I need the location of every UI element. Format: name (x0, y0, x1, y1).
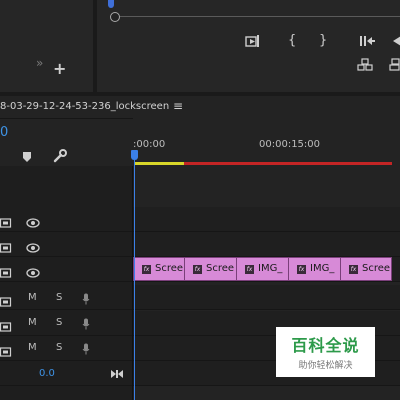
mute-track-button[interactable]: M (28, 317, 37, 328)
toggle-sync-lock-icon[interactable] (0, 213, 12, 232)
work-area-unrendered-bar (184, 162, 392, 165)
mute-track-button[interactable]: M (28, 342, 37, 353)
monitor-scrub-bar[interactable] (110, 16, 400, 17)
timeline-clip[interactable]: fx Scree (184, 257, 237, 281)
add-marker-icon[interactable] (22, 151, 32, 163)
fx-badge-icon: fx (142, 265, 151, 274)
extract-icon[interactable] (389, 58, 400, 72)
ruler-label-start: :00:00 (133, 139, 166, 150)
export-frame-icon[interactable] (245, 34, 261, 48)
go-to-in-icon[interactable] (359, 34, 375, 48)
timeline-clip[interactable]: fx Scree (340, 257, 392, 281)
playhead-line[interactable] (134, 150, 135, 400)
toggle-track-output-eye-icon[interactable] (26, 213, 40, 232)
timeline-clip[interactable]: fx Scree (133, 257, 185, 281)
track-row-v2 (0, 232, 400, 257)
toggle-sync-lock-icon[interactable] (0, 238, 12, 257)
fx-badge-icon: fx (349, 265, 358, 274)
playhead-timecode[interactable]: 0 (0, 125, 8, 140)
track-row-v3 (0, 207, 400, 232)
timeline-clip[interactable]: fx IMG_ (288, 257, 341, 281)
toggle-sync-lock-icon[interactable] (0, 263, 12, 282)
mark-out-button[interactable]: } (319, 34, 327, 48)
solo-track-button[interactable]: S (56, 292, 62, 303)
watermark-title: 百科全说 (291, 336, 360, 355)
voice-over-record-mic-icon[interactable] (82, 315, 90, 334)
lift-icon[interactable] (357, 58, 375, 72)
fx-badge-icon: fx (193, 265, 202, 274)
playhead-handle[interactable] (131, 150, 138, 160)
toggle-track-output-eye-icon[interactable] (26, 238, 40, 257)
fx-badge-icon: fx (297, 265, 306, 274)
sequence-menu-icon[interactable]: ≡ (173, 99, 183, 113)
toggle-sync-lock-icon[interactable] (0, 342, 12, 361)
toggle-sync-lock-icon[interactable] (0, 317, 12, 336)
clip-name: Scree (206, 263, 235, 274)
mute-track-button[interactable]: M (28, 292, 37, 303)
solo-track-button[interactable]: S (56, 342, 62, 353)
toggle-sync-lock-icon[interactable] (0, 292, 12, 311)
mark-in-button[interactable]: { (288, 34, 296, 48)
solo-track-button[interactable]: S (56, 317, 62, 328)
watermark-subtitle: 助你轻松解决 (298, 361, 353, 371)
expand-chevron-icon[interactable]: » (36, 56, 43, 70)
clip-name: Scree (362, 263, 391, 274)
project-panel (0, 0, 93, 92)
fx-badge-icon: fx (245, 265, 254, 274)
add-item-button[interactable]: + (53, 61, 66, 77)
work-area-rendered-bar (134, 162, 184, 165)
clip-name: Scree (155, 263, 184, 274)
track-header-divider[interactable] (132, 166, 133, 400)
step-back-icon[interactable] (393, 34, 400, 48)
track-lane-v3[interactable] (133, 207, 400, 231)
master-volume-value[interactable]: 0.0 (39, 368, 55, 379)
timeline-settings-wrench-icon[interactable] (53, 149, 67, 163)
clip-name: IMG_ (258, 263, 283, 274)
sequence-tab-title[interactable]: 8-03-29-12-24-53-236_lockscreen (0, 101, 169, 112)
track-lane-a1[interactable] (133, 285, 400, 309)
monitor-playhead-marker[interactable] (108, 0, 114, 8)
go-to-out-icon[interactable] (111, 364, 123, 383)
monitor-zoom-handle[interactable] (110, 12, 120, 22)
voice-over-record-mic-icon[interactable] (82, 340, 90, 359)
voice-over-record-mic-icon[interactable] (82, 290, 90, 309)
watermark: 百科全说 助你轻松解决 (276, 327, 375, 377)
clip-name: IMG_ (310, 263, 335, 274)
timeline-clip[interactable]: fx IMG_ (236, 257, 289, 281)
toggle-track-output-eye-icon[interactable] (26, 263, 40, 282)
track-lane-v2[interactable] (133, 232, 400, 256)
ruler-label-15s: 00:00:15:00 (259, 139, 321, 150)
